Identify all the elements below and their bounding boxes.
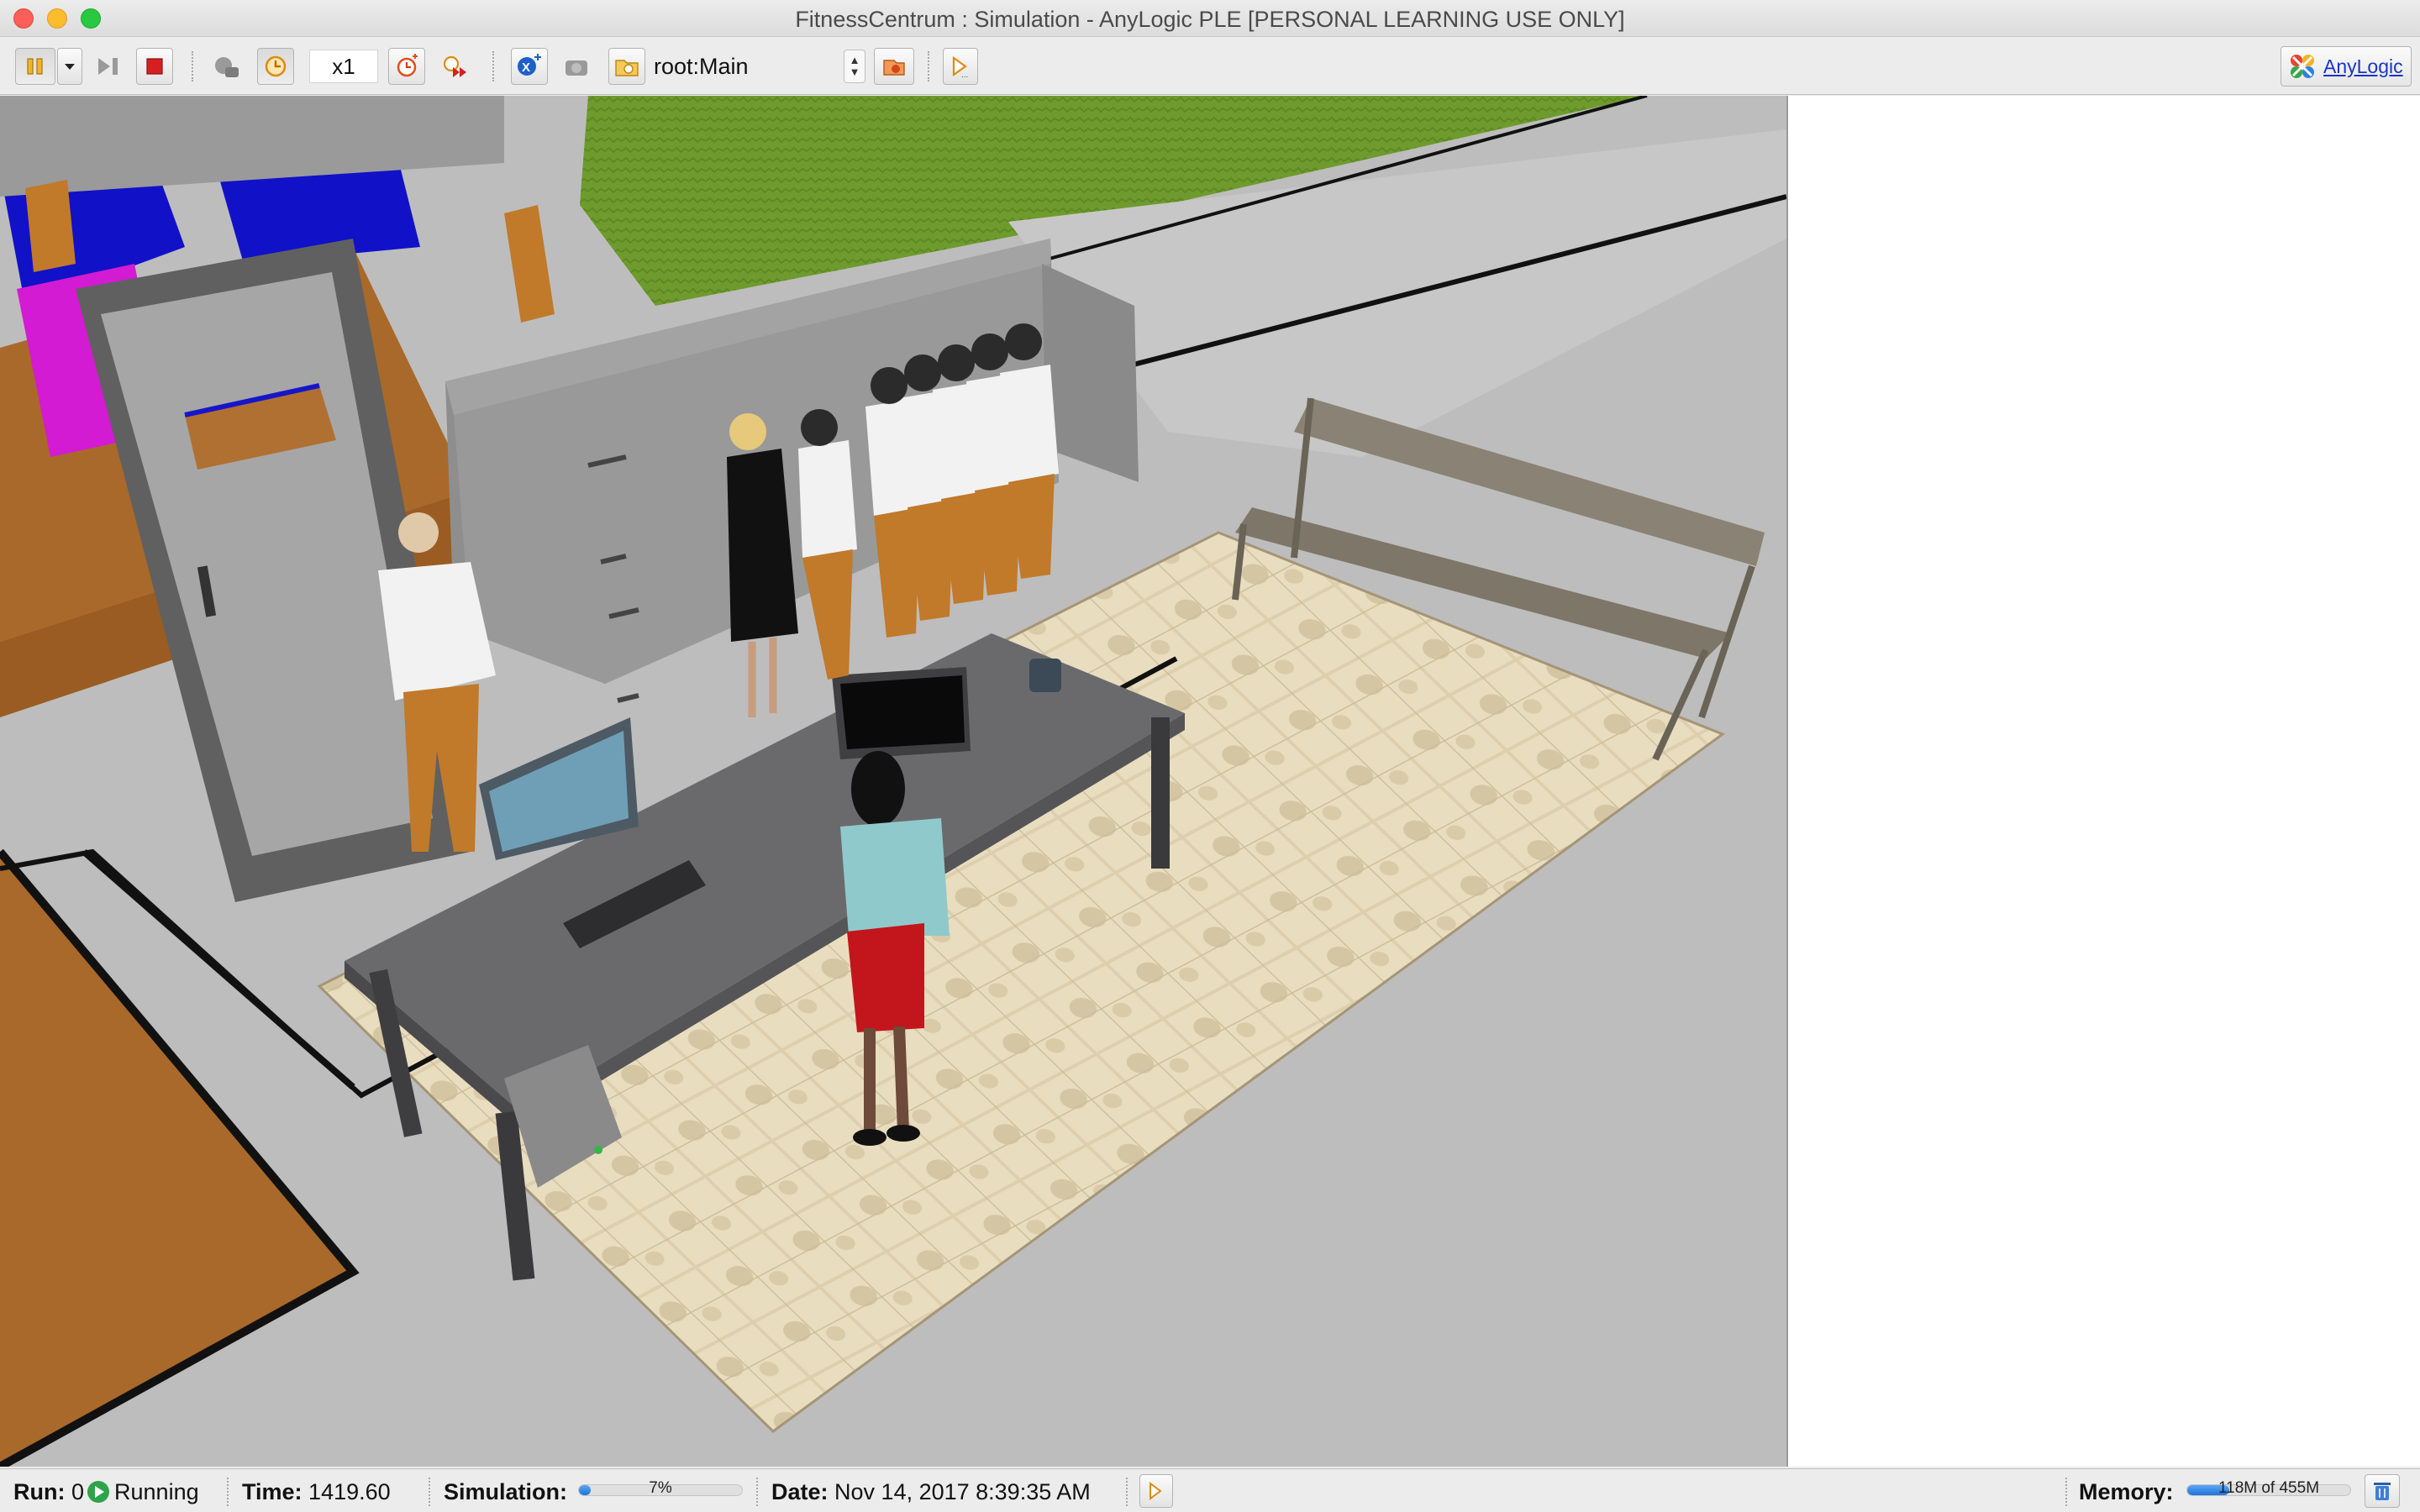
agent-selector-value: root:Main (654, 53, 749, 79)
view-area-button[interactable] (874, 48, 914, 85)
anylogic-brand-button[interactable]: AnyLogic (2281, 46, 2412, 87)
memory-label: Memory: (2079, 1479, 2174, 1504)
experiment-run-icon: ... (952, 55, 968, 78)
status-bar: Run: 0 Running Time: 1419.60 Simulation: … (0, 1468, 2420, 1512)
navigate-to-agent-button[interactable] (608, 48, 645, 85)
toolbar-separator (192, 51, 193, 81)
agent-selector[interactable]: root:Main ▲ ▼ (650, 48, 865, 85)
real-time-icon (265, 55, 287, 77)
simulation-status: Simulation: (444, 1479, 567, 1505)
status-separator (227, 1478, 229, 1506)
slow-down-button[interactable] (388, 48, 425, 85)
time-label: Time: (242, 1479, 302, 1504)
virtual-time-button[interactable] (208, 48, 245, 85)
slow-down-icon (397, 54, 418, 77)
memory-progress-label: 118M of 455M (2217, 1479, 2320, 1497)
virtual-time-icon (215, 57, 239, 77)
run-value: 0 (71, 1479, 85, 1504)
anylogic-brand-label: AnyLogic (2323, 55, 2403, 77)
real-time-button[interactable] (257, 48, 294, 85)
date-status: Date: Nov 14, 2017 8:39:35 AM (771, 1479, 1091, 1505)
experiment-run-icon (1150, 1482, 1162, 1500)
chevron-down-icon (65, 64, 75, 70)
scene-graphics (0, 96, 1786, 1467)
simulation-3d-view[interactable] (0, 96, 1786, 1467)
toolbar-separator (928, 51, 929, 81)
pause-icon (27, 58, 43, 75)
status-separator (756, 1478, 758, 1506)
folder-navigate-icon (615, 60, 639, 76)
date-value: Nov 14, 2017 8:39:35 AM (834, 1479, 1091, 1504)
svg-text:...: ... (961, 71, 968, 78)
camera-button[interactable] (560, 48, 597, 85)
simulation-progress-label: 7% (649, 1479, 672, 1497)
fast-forward-icon (443, 55, 466, 77)
title-bar: FitnessCentrum : Simulation - AnyLogic P… (0, 0, 2420, 37)
time-value: 1419.60 (308, 1479, 391, 1504)
step-icon (98, 58, 118, 75)
status-separator (1126, 1478, 1128, 1506)
pause-button[interactable] (15, 48, 55, 85)
svg-text:X: X (522, 60, 530, 75)
anylogic-logo-icon (2291, 55, 2314, 78)
agent-selector-spinner[interactable]: ▲ ▼ (844, 50, 865, 83)
run-state: Running (114, 1479, 199, 1504)
date-label: Date: (771, 1479, 829, 1504)
window-title: FitnessCentrum : Simulation - AnyLogic P… (795, 7, 1625, 32)
model-navigate-button[interactable]: X (511, 48, 548, 85)
step-button[interactable] (91, 48, 128, 85)
toolbar: x1 X root:Main ▲ ▼ ... AnyLogic (0, 38, 2420, 95)
status-separator (2065, 1478, 2067, 1506)
camera-icon (566, 60, 587, 76)
stop-button[interactable] (136, 48, 173, 85)
time-status: Time: 1419.60 (242, 1479, 391, 1505)
speed-display: x1 (309, 50, 378, 83)
run-label: Run: (13, 1479, 66, 1504)
stop-icon (146, 58, 163, 75)
speed-up-button[interactable] (437, 48, 474, 85)
memory-status: Memory: (2079, 1479, 2174, 1505)
side-panel (1786, 96, 2420, 1467)
toolbar-separator (492, 51, 494, 81)
view-area-icon (883, 60, 905, 76)
simulation-label: Simulation: (444, 1479, 567, 1504)
model-navigate-icon: X (518, 54, 541, 76)
garbage-collect-button[interactable] (2365, 1474, 2400, 1508)
run-status: Run: 0 Running (13, 1479, 199, 1505)
experiment-run-button[interactable]: ... (943, 48, 978, 85)
status-run-button[interactable] (1139, 1474, 1173, 1508)
status-separator (429, 1478, 430, 1506)
trash-icon (2374, 1483, 2391, 1500)
running-icon (87, 1481, 110, 1503)
run-mode-dropdown[interactable] (57, 48, 82, 85)
